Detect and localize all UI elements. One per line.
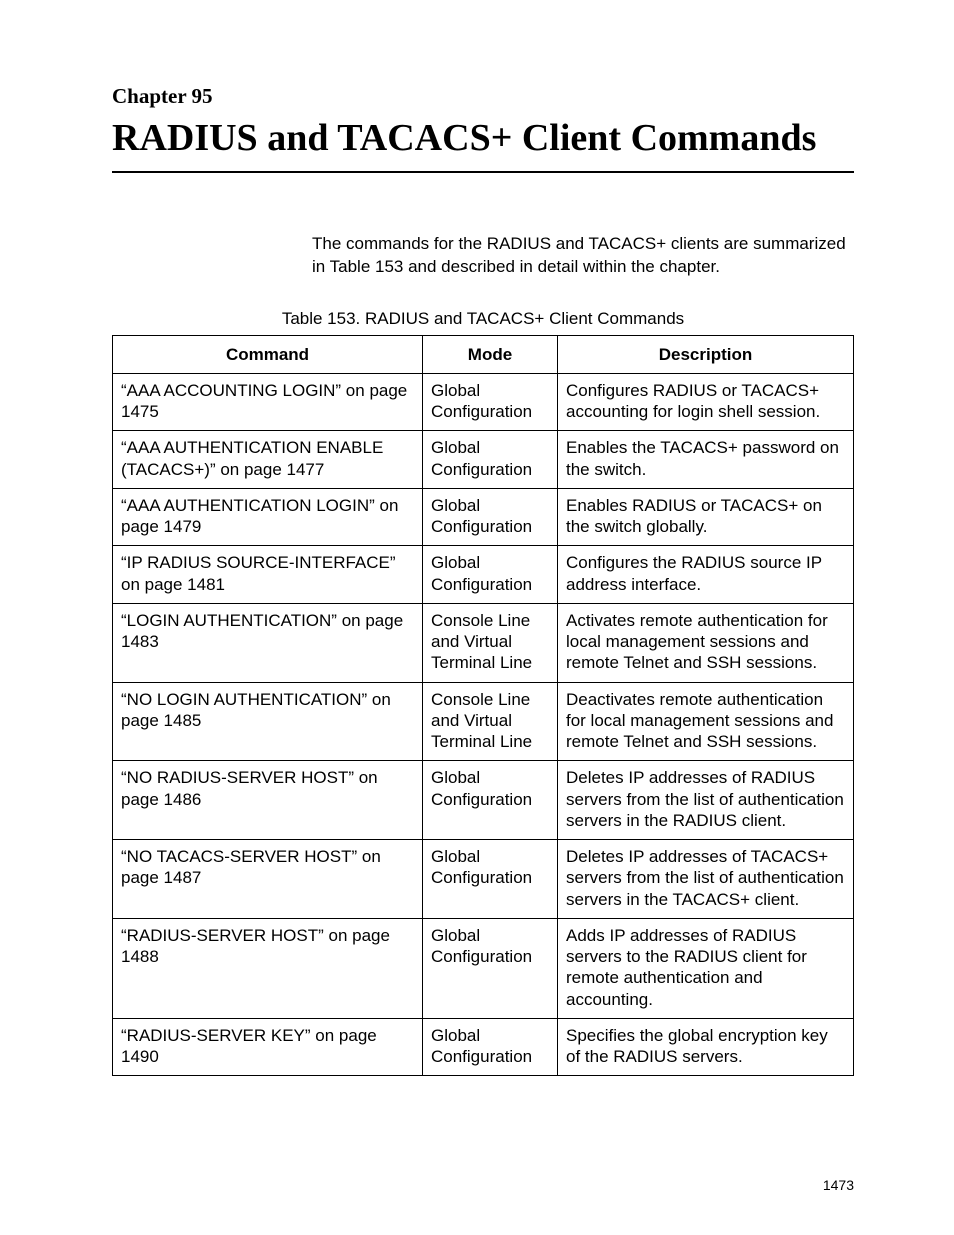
page-number: 1473	[823, 1177, 854, 1193]
cell-mode: Console Line and Virtual Terminal Line	[423, 603, 558, 682]
table-row: “NO LOGIN AUTHENTICATION” on page 1485 C…	[113, 682, 854, 761]
chapter-label: Chapter 95	[112, 84, 854, 109]
cell-mode: Console Line and Virtual Terminal Line	[423, 682, 558, 761]
commands-table: Command Mode Description “AAA ACCOUNTING…	[112, 335, 854, 1077]
cell-command: “LOGIN AUTHENTICATION” on page 1483	[113, 603, 423, 682]
cell-description: Adds IP addresses of RADIUS servers to t…	[558, 918, 854, 1018]
cell-description: Configures the RADIUS source IP address …	[558, 546, 854, 604]
cell-mode: Global Configuration	[423, 761, 558, 840]
cell-mode: Global Configuration	[423, 431, 558, 489]
cell-command: “RADIUS-SERVER HOST” on page 1488	[113, 918, 423, 1018]
cell-mode: Global Configuration	[423, 488, 558, 546]
cell-command: “NO TACACS-SERVER HOST” on page 1487	[113, 840, 423, 919]
header-mode: Mode	[423, 335, 558, 373]
cell-description: Specifies the global encryption key of t…	[558, 1018, 854, 1076]
header-description: Description	[558, 335, 854, 373]
cell-command: “AAA ACCOUNTING LOGIN” on page 1475	[113, 373, 423, 431]
header-command: Command	[113, 335, 423, 373]
cell-description: Enables RADIUS or TACACS+ on the switch …	[558, 488, 854, 546]
cell-description: Deactivates remote authentication for lo…	[558, 682, 854, 761]
table-row: “AAA AUTHENTICATION LOGIN” on page 1479 …	[113, 488, 854, 546]
table-row: “RADIUS-SERVER KEY” on page 1490 Global …	[113, 1018, 854, 1076]
table-row: “NO TACACS-SERVER HOST” on page 1487 Glo…	[113, 840, 854, 919]
table-row: “RADIUS-SERVER HOST” on page 1488 Global…	[113, 918, 854, 1018]
cell-mode: Global Configuration	[423, 546, 558, 604]
cell-mode: Global Configuration	[423, 373, 558, 431]
table-row: “NO RADIUS-SERVER HOST” on page 1486 Glo…	[113, 761, 854, 840]
cell-command: “AAA AUTHENTICATION ENABLE (TACACS+)” on…	[113, 431, 423, 489]
cell-command: “IP RADIUS SOURCE-INTERFACE” on page 148…	[113, 546, 423, 604]
cell-mode: Global Configuration	[423, 1018, 558, 1076]
chapter-title: RADIUS and TACACS+ Client Commands	[112, 117, 854, 173]
cell-description: Enables the TACACS+ password on the swit…	[558, 431, 854, 489]
cell-command: “RADIUS-SERVER KEY” on page 1490	[113, 1018, 423, 1076]
table-row: “LOGIN AUTHENTICATION” on page 1483 Cons…	[113, 603, 854, 682]
table-row: “AAA ACCOUNTING LOGIN” on page 1475 Glob…	[113, 373, 854, 431]
cell-command: “NO LOGIN AUTHENTICATION” on page 1485	[113, 682, 423, 761]
table-row: “AAA AUTHENTICATION ENABLE (TACACS+)” on…	[113, 431, 854, 489]
cell-mode: Global Configuration	[423, 918, 558, 1018]
intro-paragraph: The commands for the RADIUS and TACACS+ …	[312, 233, 854, 279]
table-row: “IP RADIUS SOURCE-INTERFACE” on page 148…	[113, 546, 854, 604]
cell-description: Configures RADIUS or TACACS+ accounting …	[558, 373, 854, 431]
table-header-row: Command Mode Description	[113, 335, 854, 373]
table-caption: Table 153. RADIUS and TACACS+ Client Com…	[112, 309, 854, 329]
cell-command: “AAA AUTHENTICATION LOGIN” on page 1479	[113, 488, 423, 546]
cell-mode: Global Configuration	[423, 840, 558, 919]
cell-description: Activates remote authentication for loca…	[558, 603, 854, 682]
cell-command: “NO RADIUS-SERVER HOST” on page 1486	[113, 761, 423, 840]
cell-description: Deletes IP addresses of TACACS+ servers …	[558, 840, 854, 919]
cell-description: Deletes IP addresses of RADIUS servers f…	[558, 761, 854, 840]
